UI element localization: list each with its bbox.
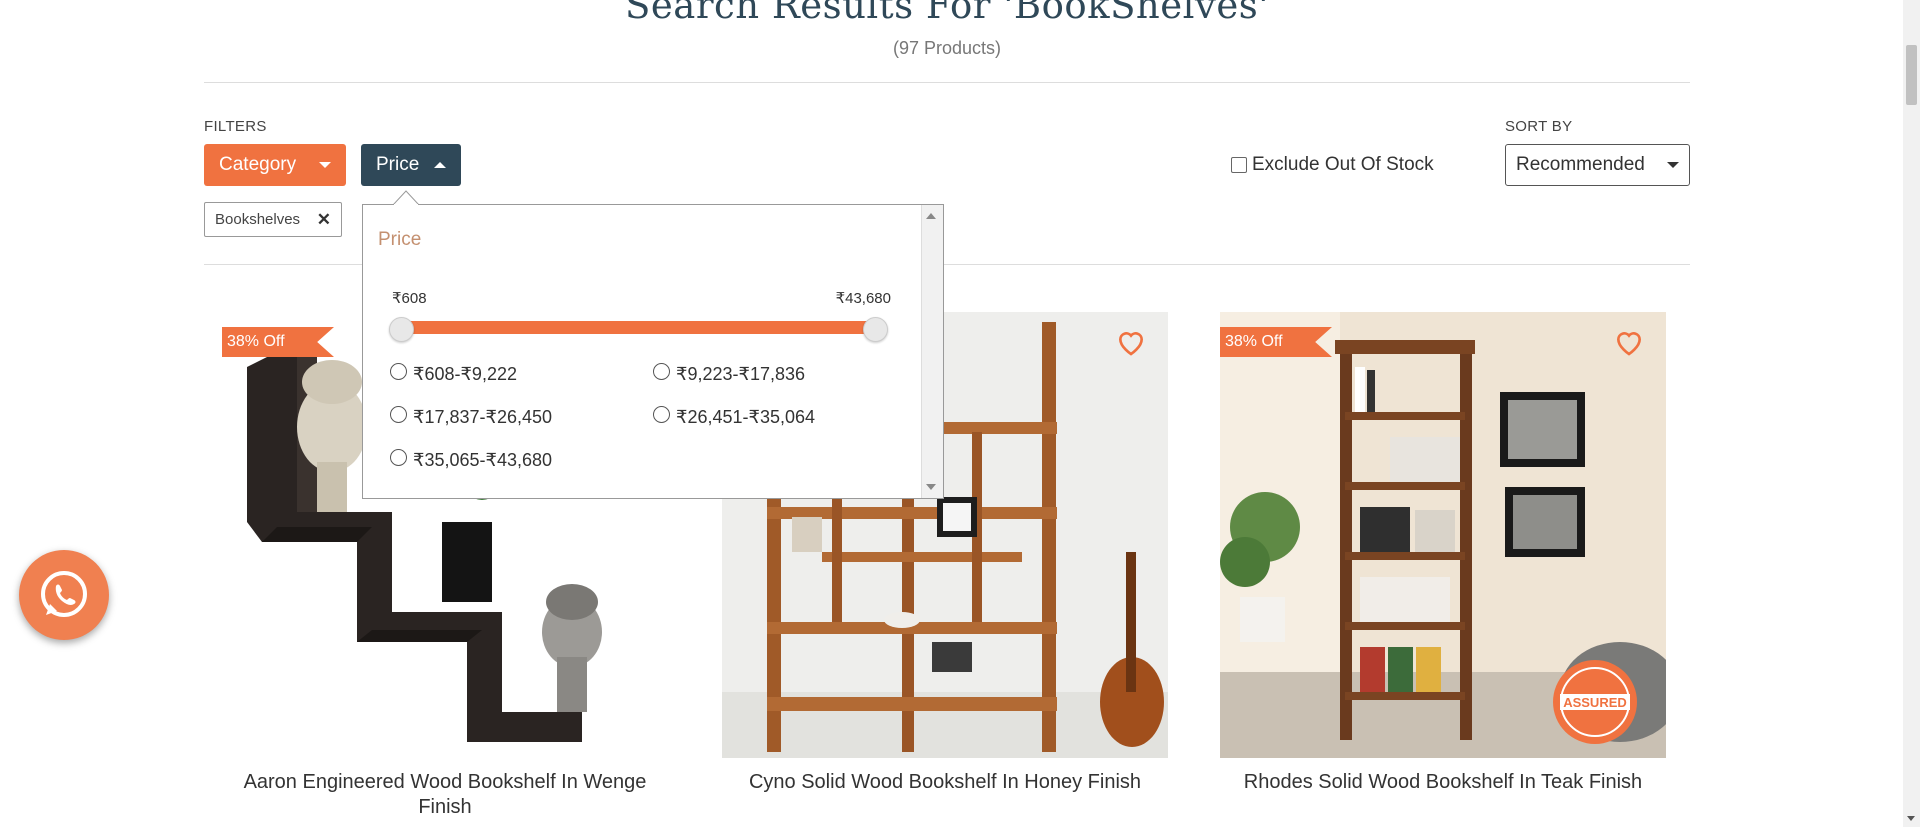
price-range-max: ₹43,680 bbox=[835, 290, 891, 307]
product-name[interactable]: Cyno Solid Wood Bookshelf In Honey Finis… bbox=[722, 770, 1168, 795]
heart-icon[interactable] bbox=[1612, 326, 1646, 358]
scroll-up-icon[interactable] bbox=[926, 213, 936, 219]
radio-button[interactable] bbox=[653, 363, 670, 380]
price-option-label: ₹26,451-₹35,064 bbox=[676, 407, 816, 427]
exclude-label: Exclude Out Of Stock bbox=[1252, 154, 1434, 175]
svg-text:ASSURED: ASSURED bbox=[1563, 695, 1627, 710]
chevron-down-icon bbox=[1667, 162, 1679, 168]
sort-selected-value: Recommended bbox=[1516, 154, 1645, 175]
page-scrollbar[interactable] bbox=[1903, 0, 1920, 827]
product-image[interactable]: ASSURED 38% Off bbox=[1220, 312, 1666, 758]
price-option[interactable]: ₹35,065-₹43,680 bbox=[390, 449, 553, 471]
exclude-out-of-stock[interactable]: Exclude Out Of Stock bbox=[1231, 154, 1434, 176]
filters-label: FILTERS bbox=[204, 118, 267, 135]
bookshelf-teak-image: ASSURED bbox=[1220, 312, 1666, 758]
price-slider-min-handle[interactable] bbox=[389, 317, 414, 342]
dropdown-pointer bbox=[393, 190, 419, 205]
price-option[interactable]: ₹17,837-₹26,450 bbox=[390, 406, 553, 428]
product-name[interactable]: Aaron Engineered Wood Bookshelf In Wenge… bbox=[222, 770, 668, 820]
category-filter-button[interactable]: Category bbox=[204, 144, 346, 186]
radio-button[interactable] bbox=[390, 406, 407, 423]
radio-button[interactable] bbox=[653, 406, 670, 423]
discount-badge: 38% Off bbox=[1220, 327, 1332, 357]
sort-label: SORT BY bbox=[1505, 118, 1573, 135]
close-icon[interactable]: ✕ bbox=[317, 210, 331, 230]
chip-label: Bookshelves bbox=[215, 211, 301, 228]
price-panel-title: Price bbox=[378, 229, 422, 250]
radio-button[interactable] bbox=[390, 449, 407, 466]
price-option-label: ₹35,065-₹43,680 bbox=[413, 450, 553, 470]
price-range-min: ₹608 bbox=[392, 290, 427, 307]
radio-button[interactable] bbox=[390, 363, 407, 380]
exclude-checkbox[interactable] bbox=[1231, 157, 1247, 173]
page-title: Search Results For 'BookShelves' bbox=[625, 0, 1269, 27]
scroll-down-icon[interactable] bbox=[1907, 816, 1915, 821]
price-slider-track[interactable] bbox=[393, 321, 887, 334]
product-count: (97 Products) bbox=[892, 38, 1002, 58]
chevron-up-icon bbox=[434, 162, 446, 168]
category-filter-label: Category bbox=[219, 154, 297, 175]
heart-icon[interactable] bbox=[1114, 326, 1148, 358]
product-name[interactable]: Rhodes Solid Wood Bookshelf In Teak Fini… bbox=[1220, 770, 1666, 795]
price-dropdown-panel: Price ₹608 ₹43,680 ₹608-₹9,222 ₹9,223-₹1… bbox=[362, 204, 944, 499]
price-filter-button[interactable]: Price bbox=[361, 144, 461, 186]
price-filter-label: Price bbox=[376, 154, 420, 175]
scrollbar-thumb[interactable] bbox=[1906, 45, 1917, 105]
chevron-down-icon bbox=[319, 162, 331, 168]
price-option-label: ₹17,837-₹26,450 bbox=[413, 407, 553, 427]
active-filter-chip: Bookshelves ✕ bbox=[204, 202, 342, 237]
price-option-label: ₹608-₹9,222 bbox=[413, 364, 517, 384]
price-slider-max-handle[interactable] bbox=[863, 317, 888, 342]
price-option[interactable]: ₹26,451-₹35,064 bbox=[653, 406, 816, 428]
scroll-down-icon[interactable] bbox=[926, 484, 936, 490]
price-option[interactable]: ₹9,223-₹17,836 bbox=[653, 363, 805, 385]
header-divider bbox=[204, 82, 1690, 83]
panel-scrollbar[interactable] bbox=[921, 205, 943, 498]
sort-select[interactable]: Recommended bbox=[1505, 144, 1690, 186]
price-option[interactable]: ₹608-₹9,222 bbox=[390, 363, 517, 385]
price-option-label: ₹9,223-₹17,836 bbox=[676, 364, 805, 384]
whatsapp-button[interactable] bbox=[19, 550, 109, 640]
whatsapp-icon bbox=[41, 571, 87, 617]
